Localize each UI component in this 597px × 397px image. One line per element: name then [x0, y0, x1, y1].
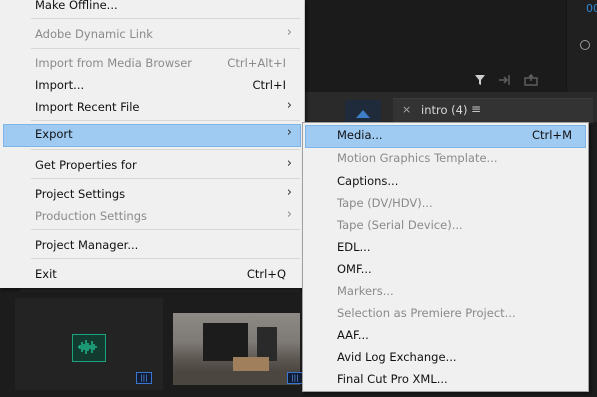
- chevron-right-icon: ›: [286, 125, 292, 140]
- menu-item-export[interactable]: Export ›: [3, 124, 301, 147]
- file-menu: Make Offline... Adobe Dynamic Link › Imp…: [0, 0, 305, 288]
- menu-item-import-from-media-browser[interactable]: Import from Media Browser Ctrl+Alt+I: [3, 53, 301, 74]
- menu-item-shortcut: Ctrl+I: [252, 78, 287, 92]
- menu-item-tape-dv-hdv[interactable]: Tape (DV/HDV)...: [305, 193, 586, 214]
- menu-item-label: Make Offline...: [35, 0, 118, 12]
- menu-item-exit[interactable]: Exit Ctrl+Q: [3, 264, 301, 285]
- tab-menu-icon[interactable]: ≡: [471, 102, 481, 116]
- menu-item-label: Import...: [35, 78, 85, 92]
- menu-item-avid-log-exchange[interactable]: Avid Log Exchange...: [305, 347, 586, 368]
- chevron-right-icon: ›: [286, 25, 292, 40]
- menu-item-get-properties-for[interactable]: Get Properties for ›: [3, 155, 301, 176]
- menu-item-label: Import Recent File: [35, 100, 140, 114]
- menu-item-label: Final Cut Pro XML...: [337, 372, 448, 386]
- video-badge-icon: |||: [287, 372, 303, 384]
- menu-item-project-manager[interactable]: Project Manager...: [3, 235, 301, 256]
- menu-separator: [31, 258, 300, 259]
- menu-item-make-offline[interactable]: Make Offline...: [3, 0, 301, 16]
- menu-item-captions[interactable]: Captions...: [305, 171, 586, 192]
- chevron-right-icon: ›: [286, 98, 292, 113]
- menu-separator: [31, 120, 300, 121]
- audio-badge-icon: |||: [136, 372, 152, 384]
- menu-item-motion-graphics-template[interactable]: Motion Graphics Template...: [305, 148, 586, 169]
- close-icon[interactable]: ×: [402, 103, 411, 116]
- menu-item-media[interactable]: Media... Ctrl+M: [305, 125, 586, 148]
- menu-separator: [31, 18, 300, 19]
- menu-separator: [31, 149, 300, 150]
- thumbnail-image: [203, 323, 248, 361]
- menu-item-label: Tape (Serial Device)...: [337, 218, 463, 232]
- overwrite-icon[interactable]: [524, 73, 538, 89]
- filter-icon[interactable]: [474, 74, 486, 89]
- menu-item-production-settings[interactable]: Production Settings ›: [3, 206, 301, 227]
- menu-item-label: Project Manager...: [35, 238, 139, 252]
- chevron-right-icon: ›: [286, 207, 292, 222]
- menu-item-label: Markers...: [337, 284, 394, 298]
- timecode: 00: [586, 2, 597, 15]
- menu-item-label: OMF...: [337, 262, 372, 276]
- menu-item-label: Adobe Dynamic Link: [35, 27, 153, 41]
- menu-item-label: EDL...: [337, 240, 371, 254]
- menu-item-shortcut: Ctrl+Alt+I: [227, 56, 286, 70]
- menu-item-omf[interactable]: OMF...: [305, 259, 586, 280]
- menu-separator: [31, 229, 300, 230]
- thumbnail-image-detail: [257, 327, 277, 361]
- menu-item-label: Production Settings: [35, 209, 148, 223]
- menu-item-markers[interactable]: Markers...: [305, 281, 586, 302]
- menu-item-label: Project Settings: [35, 187, 126, 201]
- thumbnail-image-desk: [173, 371, 300, 385]
- menu-item-import[interactable]: Import... Ctrl+I: [3, 75, 301, 96]
- sequence-tab-title[interactable]: intro (4): [421, 103, 467, 117]
- menu-item-label: Tape (DV/HDV)...: [337, 196, 433, 210]
- menu-item-edl[interactable]: EDL...: [305, 237, 586, 258]
- menu-separator: [31, 178, 300, 179]
- menu-item-label: Media...: [337, 128, 383, 142]
- menu-item-import-recent-file[interactable]: Import Recent File ›: [3, 97, 301, 118]
- menu-item-shortcut: Ctrl+M: [531, 128, 572, 142]
- menu-item-label: Export: [35, 127, 73, 141]
- menu-separator: [31, 48, 300, 49]
- program-monitor-area: [300, 0, 597, 92]
- menu-item-tape-serial-device[interactable]: Tape (Serial Device)...: [305, 215, 586, 236]
- menu-item-label: Captions...: [337, 174, 399, 188]
- menu-item-shortcut: Ctrl+Q: [246, 267, 286, 281]
- playhead-marker-icon: [356, 110, 370, 118]
- menu-item-final-cut-pro-xml[interactable]: Final Cut Pro XML...: [305, 369, 586, 390]
- menu-item-adobe-dynamic-link[interactable]: Adobe Dynamic Link ›: [3, 24, 301, 45]
- chevron-right-icon: ›: [286, 185, 292, 200]
- volume-knob-icon[interactable]: [580, 40, 590, 50]
- menu-item-label: AAF...: [337, 328, 369, 342]
- export-submenu: Media... Ctrl+M Motion Graphics Template…: [302, 122, 589, 392]
- waveform-icon: [78, 340, 97, 354]
- menu-item-label: Avid Log Exchange...: [337, 350, 457, 364]
- menu-item-label: Motion Graphics Template...: [337, 151, 498, 165]
- menu-item-label: Get Properties for: [35, 158, 137, 172]
- menu-item-label: Exit: [35, 267, 57, 281]
- menu-item-label: Selection as Premiere Project...: [337, 306, 516, 320]
- chevron-right-icon: ›: [286, 156, 292, 171]
- menu-item-selection-as-premiere-project[interactable]: Selection as Premiere Project...: [305, 303, 586, 324]
- menu-item-label: Import from Media Browser: [35, 56, 193, 70]
- menu-item-aaf[interactable]: AAF...: [305, 325, 586, 346]
- insert-icon[interactable]: [498, 74, 512, 89]
- video-clip-thumbnail[interactable]: [173, 313, 300, 385]
- menu-item-project-settings[interactable]: Project Settings ›: [3, 184, 301, 205]
